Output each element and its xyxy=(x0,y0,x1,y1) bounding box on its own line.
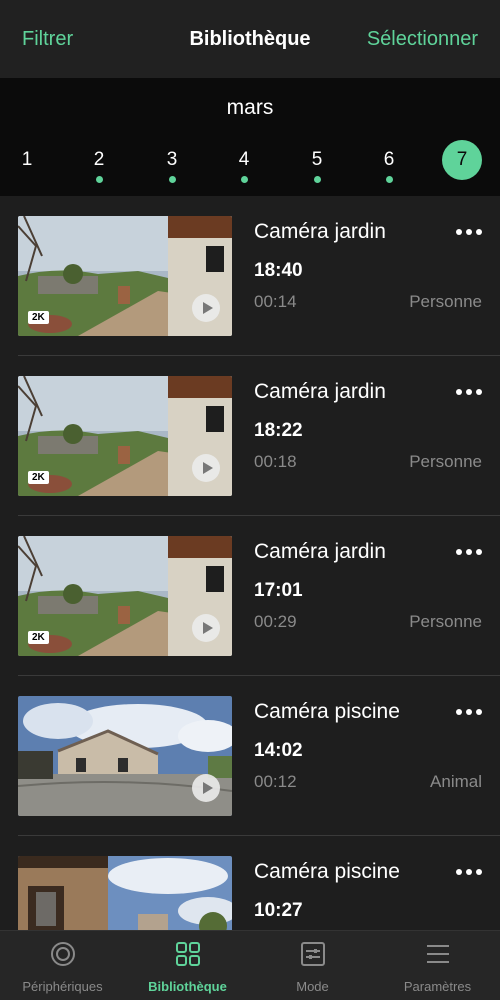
tab-label: Mode xyxy=(296,979,329,994)
detection-tag: Personne xyxy=(409,292,482,311)
play-icon[interactable] xyxy=(192,294,220,322)
detection-tag: Animal xyxy=(430,772,482,791)
grid-icon xyxy=(175,941,201,967)
month-label: mars xyxy=(226,96,274,119)
more-options-icon[interactable] xyxy=(456,544,482,560)
devices-icon xyxy=(50,941,76,967)
menu-icon xyxy=(425,941,451,967)
recording-time: 18:40 xyxy=(254,260,303,281)
recording-duration: 00:29 xyxy=(254,612,297,631)
tab-label: Périphériques xyxy=(22,979,103,994)
day-1[interactable]: 1 xyxy=(7,140,47,190)
recording-time: 10:27 xyxy=(254,900,303,921)
recording-time: 18:22 xyxy=(254,420,303,441)
recording-row[interactable]: 2K Caméra jardin 18:22 00:18 Personne xyxy=(0,356,500,516)
more-options-icon[interactable] xyxy=(456,864,482,880)
day-6[interactable]: 6 xyxy=(369,140,409,190)
tab-grid[interactable]: Bibliothèque xyxy=(125,931,250,1000)
day-2[interactable]: 2 xyxy=(79,140,119,190)
play-icon[interactable] xyxy=(192,454,220,482)
tab-bar: Périphériques Bibliothèque Mode Paramètres xyxy=(0,930,500,1000)
day-3[interactable]: 3 xyxy=(152,140,192,190)
camera-name: Caméra jardin xyxy=(254,220,386,243)
video-thumbnail[interactable]: 2K xyxy=(18,536,232,656)
camera-name: Caméra piscine xyxy=(254,700,400,723)
tab-label: Paramètres xyxy=(403,979,472,994)
recording-time: 17:01 xyxy=(254,580,303,601)
day-number: 5 xyxy=(311,149,323,170)
recording-row[interactable]: 2K Caméra jardin 17:01 00:29 Personne xyxy=(0,516,500,676)
more-options-icon[interactable] xyxy=(456,384,482,400)
day-7[interactable]: 7 xyxy=(442,140,482,190)
day-4[interactable]: 4 xyxy=(224,140,264,190)
tab-devices[interactable]: Périphériques xyxy=(0,931,125,1000)
more-options-icon[interactable] xyxy=(456,704,482,720)
day-number: 1 xyxy=(21,149,33,170)
video-thumbnail[interactable] xyxy=(18,856,232,930)
video-thumbnail[interactable] xyxy=(18,696,232,816)
date-strip: mars 1 2 3 4 5 6 7 xyxy=(0,78,500,196)
detection-tag: Personne xyxy=(409,612,482,631)
quality-badge: 2K xyxy=(28,311,49,324)
camera-name: Caméra jardin xyxy=(254,380,386,403)
quality-badge: 2K xyxy=(28,631,49,644)
camera-name: Caméra jardin xyxy=(254,540,386,563)
sliders-icon xyxy=(300,941,326,967)
event-dot xyxy=(169,176,176,183)
recording-row[interactable]: 2K Caméra jardin 18:40 00:14 Personne xyxy=(0,196,500,356)
recording-duration: 00:12 xyxy=(254,772,297,791)
day-number: 3 xyxy=(166,149,178,170)
event-dot xyxy=(386,176,393,183)
day-number: 4 xyxy=(238,149,250,170)
play-icon[interactable] xyxy=(192,774,220,802)
filter-button[interactable]: Filtrer xyxy=(22,28,73,51)
event-dot xyxy=(241,176,248,183)
day-number: 2 xyxy=(93,149,105,170)
recording-duration: 00:14 xyxy=(254,292,297,311)
tab-sliders[interactable]: Mode xyxy=(250,931,375,1000)
tab-label: Bibliothèque xyxy=(148,979,227,994)
recording-row[interactable]: Caméra piscine 10:27 xyxy=(0,836,500,930)
recording-time: 14:02 xyxy=(254,740,303,761)
video-thumbnail[interactable]: 2K xyxy=(18,216,232,336)
top-bar: Filtrer Bibliothèque Sélectionner xyxy=(0,0,500,78)
event-dot xyxy=(96,176,103,183)
day-number: 7 xyxy=(442,140,482,180)
tab-menu[interactable]: Paramètres xyxy=(375,931,500,1000)
play-icon[interactable] xyxy=(192,614,220,642)
recording-duration: 00:18 xyxy=(254,452,297,471)
select-button[interactable]: Sélectionner xyxy=(367,28,478,51)
day-5[interactable]: 5 xyxy=(297,140,337,190)
detection-tag: Personne xyxy=(409,452,482,471)
more-options-icon[interactable] xyxy=(456,224,482,240)
event-dot xyxy=(314,176,321,183)
recordings-list[interactable]: 2K Caméra jardin 18:40 00:14 Personne 2K Camé… xyxy=(0,196,500,930)
day-selector: 1 2 3 4 5 6 7 xyxy=(0,140,500,190)
video-thumbnail[interactable]: 2K xyxy=(18,376,232,496)
camera-name: Caméra piscine xyxy=(254,860,400,883)
day-number: 6 xyxy=(383,149,395,170)
quality-badge: 2K xyxy=(28,471,49,484)
recording-row[interactable]: Caméra piscine 14:02 00:12 Animal xyxy=(0,676,500,836)
